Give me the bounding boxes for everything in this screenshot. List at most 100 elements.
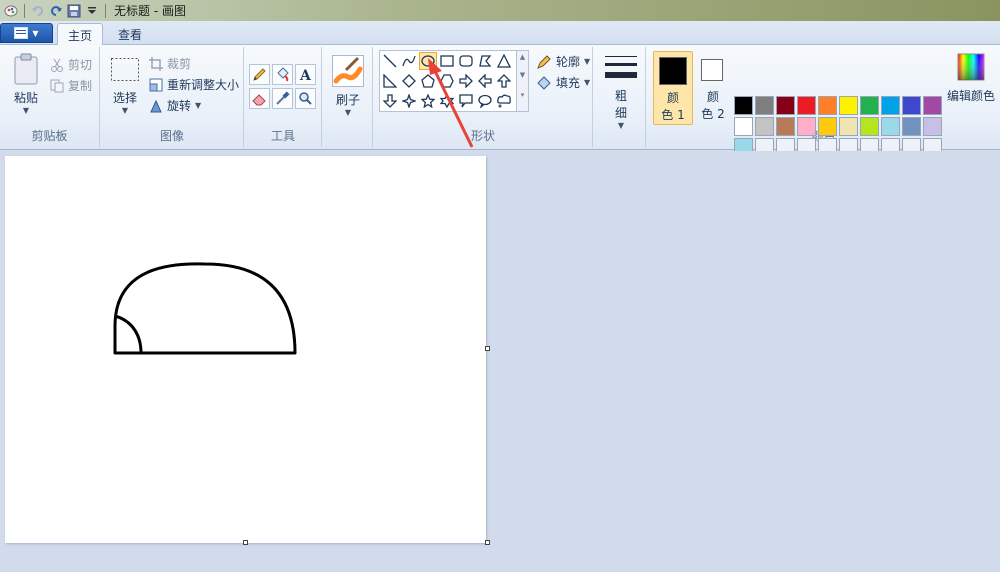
resize-handle-corner[interactable]	[485, 540, 490, 545]
resize-label: 重新调整大小	[167, 78, 240, 92]
color-swatch[interactable]	[902, 96, 921, 115]
color-swatch[interactable]	[839, 96, 858, 115]
size-dropdown-icon: ▼	[617, 121, 625, 130]
svg-text:A: A	[299, 68, 312, 82]
rotate-label: 旋转	[167, 99, 192, 113]
color-swatch[interactable]	[755, 96, 774, 115]
customize-qat-icon[interactable]	[83, 2, 101, 20]
fill-label: 填充	[556, 76, 581, 90]
half-dome-shape	[113, 262, 297, 355]
chevron-down-icon: ▼	[32, 28, 39, 38]
shapes-group-label: 形状	[470, 129, 495, 143]
crop-button[interactable]: 裁剪	[149, 55, 191, 72]
save-icon[interactable]	[65, 2, 83, 20]
line-shape-icon[interactable]	[381, 52, 399, 70]
image-group-label: 图像	[159, 129, 184, 143]
diamond-shape-icon[interactable]	[400, 72, 418, 90]
gallery-expand-icon[interactable]: ▾	[517, 91, 528, 99]
qat-separator-2	[105, 3, 106, 18]
copy-button[interactable]: 复制	[50, 77, 92, 94]
rotate-button[interactable]: 旋转 ▼	[149, 97, 201, 114]
pencil-icon[interactable]	[249, 64, 270, 85]
edit-colors-button[interactable]: 编辑颜色	[946, 53, 996, 104]
magnifier-icon[interactable]	[295, 88, 316, 109]
color-swatch[interactable]	[881, 96, 900, 115]
select-label: 选择	[112, 91, 137, 105]
redo-icon[interactable]	[47, 2, 65, 20]
copy-label: 复制	[68, 79, 93, 93]
clipboard-group-label: 剪贴板	[31, 129, 68, 143]
triangle-shape-icon[interactable]	[495, 52, 513, 70]
qat-separator	[24, 3, 25, 18]
color2-button[interactable]: 颜 色 2	[695, 51, 731, 125]
color1-button[interactable]: 颜 色 1	[653, 51, 693, 125]
paste-button[interactable]: 粘贴 ▼	[8, 53, 44, 115]
color-swatch[interactable]	[860, 96, 879, 115]
cloud-callout-icon[interactable]	[495, 92, 513, 110]
down-arrow-shape-icon[interactable]	[381, 92, 399, 110]
paint-app-icon[interactable]	[2, 2, 20, 20]
color2-label-1: 颜	[706, 90, 719, 104]
scissors-icon	[51, 58, 63, 72]
scroll-down-icon[interactable]: ▼	[517, 71, 528, 79]
cut-button[interactable]: 剪切	[50, 56, 92, 73]
ribbon: 粘贴 ▼ 剪切 复制 剪贴板 选择 ▼ 裁剪 重新调整大小 旋转 ▼ 图像 A …	[0, 45, 1000, 157]
color-swatch[interactable]	[881, 117, 900, 136]
rotate-icon	[150, 99, 162, 112]
color-swatch[interactable]	[860, 117, 879, 136]
color-spectrum-icon	[957, 53, 985, 81]
scroll-up-icon[interactable]: ▲	[517, 53, 528, 61]
outline-pen-icon	[537, 54, 551, 69]
eraser-icon[interactable]	[249, 88, 270, 109]
annotation-arrow	[428, 58, 474, 148]
color-picker-icon[interactable]	[272, 88, 293, 109]
select-rectangle-icon	[111, 58, 139, 81]
outline-dropdown-icon: ▼	[584, 57, 591, 66]
resize-handle-right[interactable]	[485, 346, 490, 351]
text-tool-icon[interactable]: A	[295, 64, 316, 85]
resize-button[interactable]: 重新调整大小	[149, 76, 239, 93]
drawing-content	[113, 262, 297, 355]
brushes-button[interactable]: 刷子 ▼	[330, 55, 366, 117]
outline-button[interactable]: 轮廓 ▼	[536, 53, 590, 70]
color-swatch[interactable]	[776, 96, 795, 115]
select-button[interactable]: 选择 ▼	[107, 57, 143, 115]
color-swatch[interactable]	[902, 117, 921, 136]
color-swatch[interactable]	[923, 117, 942, 136]
fill-bucket-icon[interactable]	[272, 64, 293, 85]
tab-home[interactable]: 主页	[57, 23, 104, 46]
size-group: 粗 细 ▼	[594, 47, 646, 147]
up-arrow-shape-icon[interactable]	[495, 72, 513, 90]
four-point-star-icon[interactable]	[400, 92, 418, 110]
small-arc-shape	[114, 314, 143, 354]
color-swatch[interactable]	[734, 117, 753, 136]
color-swatch[interactable]	[818, 96, 837, 115]
color-swatch[interactable]	[797, 96, 816, 115]
image-group: 选择 ▼ 裁剪 重新调整大小 旋转 ▼ 图像	[101, 47, 244, 147]
brushes-dropdown-icon: ▼	[344, 108, 352, 117]
resize-icon	[149, 78, 163, 91]
color1-label-2: 色 1	[661, 108, 685, 122]
color-swatch[interactable]	[755, 117, 774, 136]
shapes-scrollbar[interactable]: ▲ ▼ ▾	[517, 50, 529, 112]
color-swatch[interactable]	[923, 96, 942, 115]
application-menu-button[interactable]: ▼	[0, 23, 53, 43]
tools-group-label: 工具	[270, 129, 295, 143]
undo-icon[interactable]	[29, 2, 47, 20]
color-swatch[interactable]	[797, 117, 816, 136]
color-swatch[interactable]	[818, 117, 837, 136]
color-swatch[interactable]	[839, 117, 858, 136]
resize-handle-bottom[interactable]	[243, 540, 248, 545]
tab-view[interactable]: 查看	[108, 23, 152, 45]
crop-icon	[149, 56, 163, 71]
brushes-group: 刷子 ▼	[323, 47, 373, 147]
curve-shape-icon[interactable]	[400, 52, 418, 70]
size-button[interactable]: 粗 细 ▼	[604, 55, 638, 130]
color-swatch[interactable]	[734, 96, 753, 115]
tab-view-label: 查看	[118, 27, 143, 42]
color-swatch[interactable]	[776, 117, 795, 136]
line-width-icon	[605, 56, 637, 78]
drawing-canvas[interactable]	[5, 156, 486, 543]
right-triangle-shape-icon[interactable]	[381, 72, 399, 90]
fill-button[interactable]: 填充 ▼	[536, 74, 590, 91]
